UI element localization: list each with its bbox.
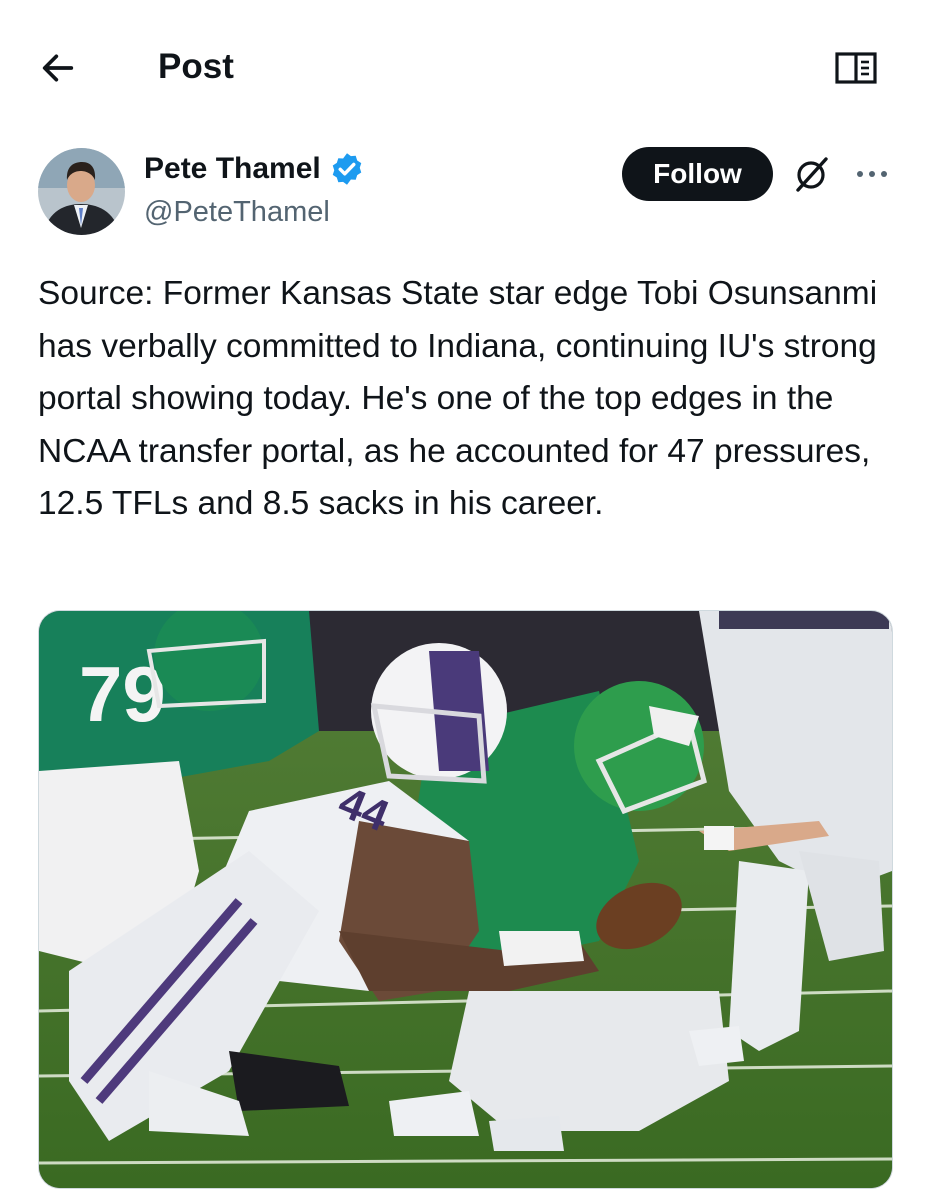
arrow-left-icon [42,54,74,82]
post-media-image[interactable]: 79 44 [38,610,893,1189]
avatar[interactable] [38,148,125,235]
post-text: Source: Former Kansas State star edge To… [38,275,878,522]
follow-button[interactable]: Follow [622,147,773,201]
grok-icon [796,157,828,192]
page-title: Post [158,47,234,86]
more-options-button[interactable] [850,152,894,196]
author-name-row: Pete Thamel [144,150,365,188]
book-open-icon [835,52,877,84]
grok-button[interactable] [790,152,834,196]
more-horizontal-icon [857,171,887,177]
top-bar: Post [0,0,929,130]
back-button[interactable] [34,44,82,92]
verified-badge-icon [329,151,365,187]
author-handle[interactable]: @PeteThamel [144,194,330,230]
author-name[interactable]: Pete Thamel [144,150,321,188]
avatar-image [38,148,125,235]
reader-mode-button[interactable] [830,44,882,92]
football-tackle-photo: 79 44 [39,611,892,1188]
